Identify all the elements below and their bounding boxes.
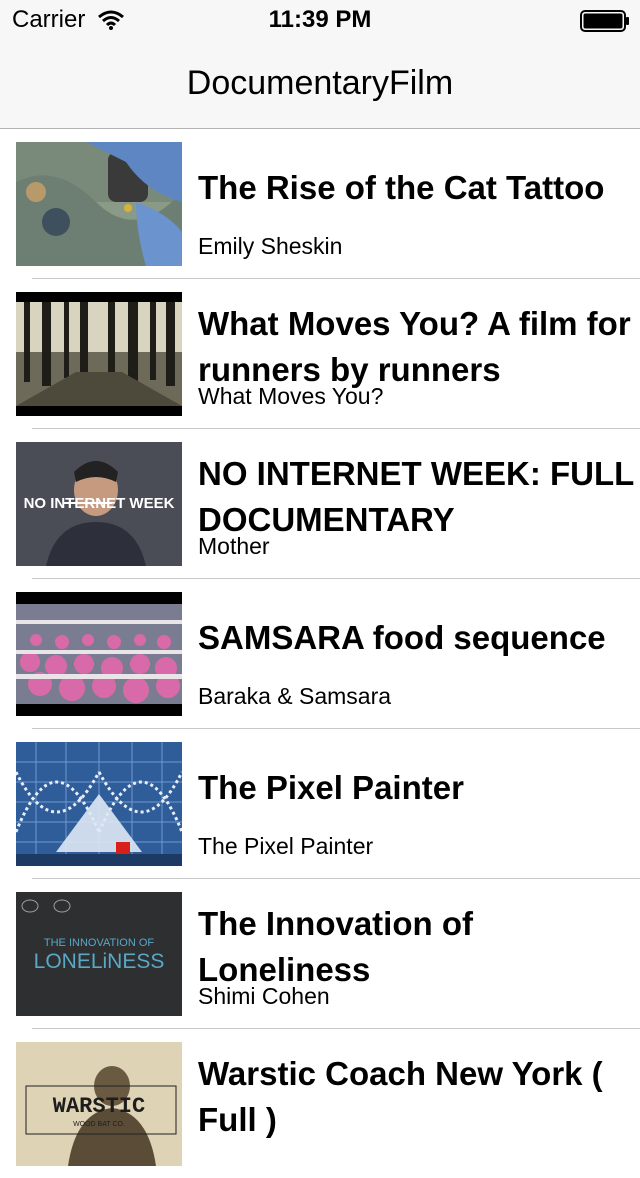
- film-title: The Rise of the Cat Tattoo: [198, 169, 605, 206]
- film-author: Mother: [198, 533, 270, 559]
- film-title: SAMSARA food sequence: [198, 619, 606, 656]
- film-row[interactable]: THE INNOVATION OF LONELiNESS The Innovat…: [16, 879, 640, 1029]
- film-row[interactable]: WARSTIC WOOD BAT CO. Warstic Coach New Y…: [16, 1029, 640, 1178]
- film-thumbnail: [16, 592, 182, 716]
- film-title: The Pixel Painter: [198, 769, 464, 806]
- thumb-caption-1: THE INNOVATION OF: [44, 937, 154, 949]
- navigation-bar: DocumentaryFilm: [0, 40, 640, 129]
- film-thumbnail: THE INNOVATION OF LONELiNESS: [16, 892, 182, 1016]
- status-bar: Carrier 11:39 PM: [0, 0, 640, 40]
- film-author: What Moves You?: [198, 383, 384, 409]
- film-row[interactable]: SAMSARA food sequence Baraka & Samsara: [16, 579, 640, 729]
- thumb-caption-2: LONELiNESS: [34, 950, 165, 973]
- film-title: The Innovation of Loneliness: [198, 905, 473, 988]
- film-thumbnail: [16, 292, 182, 416]
- film-title: NO INTERNET WEEK: FULL DOCUMENTARY: [198, 455, 634, 538]
- film-row[interactable]: The Pixel Painter The Pixel Painter: [16, 729, 640, 879]
- thumb-caption-1: WARSTIC: [53, 1094, 145, 1119]
- film-list[interactable]: The Rise of the Cat Tattoo Emily Sheskin: [0, 129, 640, 1178]
- film-row[interactable]: What Moves You? A film for runners by ru…: [16, 279, 640, 429]
- film-author: Shimi Cohen: [198, 983, 330, 1009]
- thumb-caption-2: WOOD BAT CO.: [73, 1121, 125, 1128]
- film-thumbnail: WARSTIC WOOD BAT CO.: [16, 1042, 182, 1166]
- battery-icon: [580, 10, 630, 32]
- film-thumbnail: [16, 742, 182, 866]
- film-title: What Moves You? A film for runners by ru…: [198, 305, 631, 388]
- film-row[interactable]: The Rise of the Cat Tattoo Emily Sheskin: [16, 129, 640, 279]
- film-author: Emily Sheskin: [198, 233, 343, 259]
- film-thumbnail: [16, 142, 182, 266]
- film-thumbnail: NO INTERNET WEEK: [16, 442, 182, 566]
- film-author: The Pixel Painter: [198, 833, 374, 859]
- status-time: 11:39 PM: [268, 6, 372, 33]
- film-row[interactable]: NO INTERNET WEEK NO INTERNET WEEK: FULL …: [16, 429, 640, 579]
- film-title: Warstic Coach New York ( Full ): [198, 1055, 603, 1138]
- film-author: Baraka & Samsara: [198, 683, 392, 709]
- page-title: DocumentaryFilm: [186, 64, 454, 102]
